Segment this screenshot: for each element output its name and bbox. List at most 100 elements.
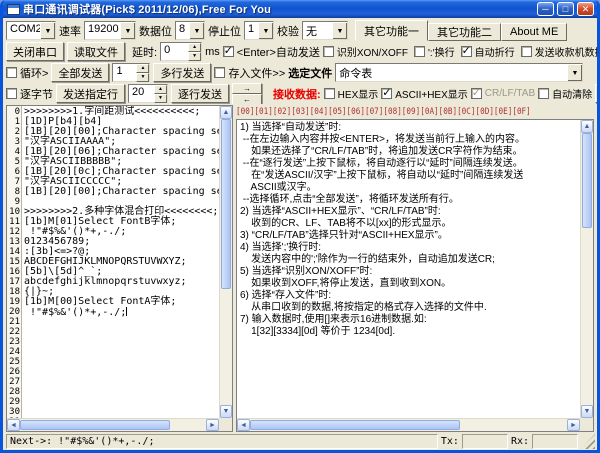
scrollbar-thumb[interactable] (221, 119, 231, 289)
read-file-button[interactable]: 读取文件 (67, 42, 125, 61)
parity-value: 无 (306, 26, 317, 38)
checkbox-label: 发送收款机数据 (534, 48, 597, 59)
spin-up-icon[interactable]: ▲ (136, 64, 150, 73)
chevron-down-icon[interactable]: ▼ (40, 22, 55, 39)
toolbar-row-receive: 逐字节 发送指定行 20 ▲▼ 逐行发送 → ← 接收数据: HEX显示 ASC… (3, 83, 597, 104)
checkbox-label: 逐字节 (20, 88, 53, 101)
command-table-combobox[interactable]: 命令表 ▼ (335, 63, 583, 82)
scrollbar-thumb[interactable] (20, 420, 170, 430)
checkbox-box (470, 86, 482, 99)
line-number-gutter: 0 1 2 3 4 5 6 7 8 9 10 11 12 13 14 15 16 17 18 19 20 21 22 23 24… (7, 106, 22, 418)
rx-label: Rx: (510, 436, 529, 447)
checkbox-box (6, 88, 17, 99)
editor-horizontal-scrollbar[interactable]: ◄ ► (7, 418, 219, 431)
next-line-arrow-button[interactable]: → (232, 83, 262, 94)
parity-combobox[interactable]: 无 ▼ (302, 21, 348, 40)
toolbar-row-send: 循环> 全部发送 1 ▲ ▼ 多行发送 存入文件>> 选定文件 命令表 ▼ (3, 62, 597, 83)
main-area: 0 1 2 3 4 5 6 7 8 9 10 11 12 13 14 15 16 17 18 19 20 21 22 23 24… (6, 105, 594, 432)
tx-count-field (461, 434, 508, 449)
resize-grip[interactable] (581, 434, 595, 449)
receive-panel: [00][01][02][03][04][05][06][07][08][09]… (236, 105, 594, 432)
scroll-up-icon[interactable]: ▲ (581, 120, 593, 133)
prev-line-arrow-button[interactable]: ← (232, 93, 262, 104)
help-text[interactable]: 1) 当选择“自动发送”时: --在左边输入内容并按<ENTER>，将发送当前行… (237, 120, 580, 418)
line-send-button[interactable]: 逐行发送 (171, 84, 229, 103)
send-specified-line-button[interactable]: 发送指定行 (56, 84, 125, 103)
editor-vertical-scrollbar[interactable]: ▲ ▼ (219, 106, 232, 418)
chevron-down-icon[interactable]: ▼ (120, 22, 135, 39)
tab-about-me[interactable]: About ME (501, 23, 568, 41)
delay-unit-label: ms (205, 45, 220, 58)
chevron-down-icon[interactable]: ▼ (567, 64, 582, 81)
checkbox-box (222, 44, 234, 57)
xon-xoff-checkbox[interactable]: 识别XON/XOFF (322, 44, 408, 59)
scroll-right-icon[interactable]: ► (567, 419, 580, 431)
minimize-button[interactable]: ─ (537, 2, 554, 16)
delay-spinner[interactable]: 0 ▲ ▼ (160, 42, 203, 61)
status-bar: Next->: !"#$%&'()*+,-./; Tx: Rx: (3, 432, 597, 450)
hex-display-checkbox[interactable]: HEX显示 (323, 86, 378, 101)
save-to-file-checkbox[interactable]: 存入文件>> (214, 65, 285, 81)
checkbox-box (323, 88, 335, 99)
port-combobox[interactable]: COM2 ▼ (6, 21, 56, 40)
chevron-down-icon[interactable]: ▼ (189, 22, 204, 39)
scroll-right-icon[interactable]: ► (206, 419, 219, 431)
databits-combobox[interactable]: 8 ▼ (175, 21, 205, 40)
enter-autosend-checkbox[interactable]: <Enter>自动发送 (222, 44, 320, 60)
tab-other-functions-1[interactable]: 其它功能一 (355, 20, 428, 41)
spin-up-icon[interactable]: ▲ (188, 43, 202, 52)
selected-file-label: 选定文件 (288, 67, 333, 80)
send-editor-panel: 0 1 2 3 4 5 6 7 8 9 10 11 12 13 14 15 16 17 18 19 20 21 22 23 24… (6, 105, 233, 432)
checkbox-label: 循环> (20, 67, 49, 80)
send-all-button[interactable]: 全部发送 (51, 63, 110, 82)
colon-newline-checkbox[interactable]: ':'换行 (414, 44, 455, 59)
scroll-down-icon[interactable]: ▼ (581, 405, 593, 418)
spin-down-icon[interactable]: ▼ (136, 73, 150, 82)
checkbox-label: ASCII+HEX显示 (395, 90, 468, 101)
line-number-spinner[interactable]: 20 ▲ ▼ (128, 84, 168, 103)
receive-horizontal-scrollbar[interactable]: ◄ ► (237, 418, 580, 431)
spin-down-icon[interactable]: ▼ (188, 52, 202, 61)
ascii-hex-display-checkbox[interactable]: ASCII+HEX显示 (381, 86, 468, 101)
crlftab-checkbox[interactable]: CR/LF/TAB (470, 86, 535, 99)
parity-label: 校验 (277, 25, 299, 38)
checkbox-label: 自动折行 (474, 48, 515, 59)
stopbits-combobox[interactable]: 1 ▼ (244, 21, 274, 40)
editor-content[interactable]: >>>>>>>>1.字间距测试<<<<<<<<<<; [1D]P[b4][b4][… (22, 106, 219, 418)
loop-checkbox[interactable]: 循环> (6, 65, 48, 81)
app-icon (7, 3, 20, 15)
clear-button[interactable]: 清除 (595, 84, 597, 103)
scroll-left-icon[interactable]: ◄ (237, 419, 250, 431)
bytewise-checkbox[interactable]: 逐字节 (6, 86, 53, 102)
autowrap-checkbox[interactable]: 自动折行 (460, 44, 515, 59)
close-port-button[interactable]: 关闭串口 (6, 42, 64, 61)
checkbox-box (381, 86, 393, 99)
spin-up-icon[interactable]: ▲ (154, 85, 167, 94)
tx-label: Tx: (440, 436, 459, 447)
chevron-down-icon[interactable]: ▼ (258, 22, 273, 39)
maximize-button[interactable]: □ (557, 2, 574, 16)
spin-down-icon[interactable]: ▼ (154, 94, 167, 103)
window-title: 串口通讯调试器(Pick$ 2011/12/06),Free For You (23, 4, 272, 16)
tab-other-functions-2[interactable]: 其它功能二 (428, 23, 501, 41)
checkbox-label: 存入文件>> (228, 67, 286, 80)
scrollbar-thumb[interactable] (250, 420, 460, 430)
pos-data-checkbox[interactable]: 发送收款机数据 (520, 44, 597, 59)
close-button[interactable]: ✕ (577, 2, 594, 16)
databits-value: 8 (179, 23, 186, 35)
title-bar[interactable]: 串口通讯调试器(Pick$ 2011/12/06),Free For You ─… (3, 0, 597, 18)
command-table-value: 命令表 (339, 68, 373, 80)
autoclear-checkbox[interactable]: 自动清除 (538, 86, 592, 101)
scrollbar-thumb[interactable] (582, 133, 592, 228)
multiline-send-button[interactable]: 多行发送 (153, 63, 212, 82)
scroll-left-icon[interactable]: ◄ (7, 419, 20, 431)
toolbar-row-actions: 关闭串口 读取文件 延时: 0 ▲▼ ms <Enter>自动发送 识别XON/… (3, 41, 597, 62)
stopbits-value: 1 (248, 23, 255, 35)
receive-vertical-scrollbar[interactable]: ▲ ▼ (580, 120, 593, 418)
multiline-count-spinner[interactable]: 1 ▲ ▼ (112, 63, 151, 82)
scroll-up-icon[interactable]: ▲ (220, 106, 232, 119)
hex-header: [00][01][02][03][04][05][06][07][08][09]… (236, 107, 531, 117)
baud-combobox[interactable]: 19200 ▼ (84, 21, 136, 40)
chevron-down-icon[interactable]: ▼ (332, 22, 347, 39)
scroll-down-icon[interactable]: ▼ (220, 405, 232, 418)
